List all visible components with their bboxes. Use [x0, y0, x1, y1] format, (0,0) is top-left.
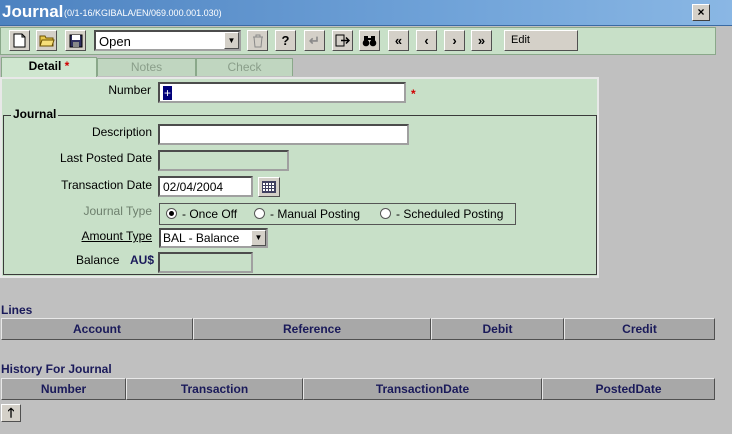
balance-currency: AU$: [130, 253, 155, 267]
transaction-date-field[interactable]: 02/04/2004: [158, 176, 253, 197]
tab-detail[interactable]: Detail *: [1, 57, 97, 77]
previous-record-icon: ‹: [424, 33, 429, 48]
last-posted-date-label: Last Posted Date: [59, 151, 152, 165]
amount-type-value: BAL - Balance: [163, 231, 240, 245]
back-button[interactable]: ↵: [304, 30, 325, 51]
help-icon: ?: [281, 33, 290, 48]
arrow-up-icon: 🡑: [7, 405, 15, 420]
next-record-icon: ›: [452, 33, 457, 48]
chevron-down-icon[interactable]: ▼: [224, 32, 239, 49]
next-record-button[interactable]: ›: [444, 30, 465, 51]
amount-type-label[interactable]: Amount Type: [20, 229, 153, 243]
required-marker: *: [64, 59, 70, 73]
exit-icon: [335, 34, 350, 47]
mode-select[interactable]: Open ▼: [94, 30, 241, 51]
history-title: History For Journal: [1, 362, 112, 376]
window-title: Journal: [2, 2, 64, 21]
find-binoculars-icon: [362, 35, 377, 46]
new-button[interactable]: [9, 30, 30, 51]
journal-group-label: Journal: [11, 107, 59, 121]
toolbar: Open ▼ ? ↵ « ‹ › » Edit: [0, 27, 716, 55]
description-label: Description: [91, 125, 152, 139]
calendar-button[interactable]: [258, 177, 280, 197]
radio-manual-posting[interactable]: [254, 208, 265, 219]
close-icon: ×: [697, 5, 705, 19]
amount-type-select[interactable]: BAL - Balance ▼: [159, 228, 268, 248]
tab-detail-label: Detail: [28, 59, 62, 73]
back-icon: ↵: [309, 32, 320, 48]
find-button[interactable]: [359, 30, 380, 51]
delete-button[interactable]: [247, 30, 268, 51]
scroll-up-button[interactable]: 🡑: [1, 404, 21, 422]
new-document-icon: [13, 33, 26, 48]
save-icon: [69, 34, 82, 47]
balance-field: [158, 252, 253, 273]
help-button[interactable]: ?: [275, 30, 296, 51]
lines-column-credit[interactable]: Credit: [564, 318, 715, 340]
journal-type-radio-group: - Once Off - Manual Posting - Scheduled …: [159, 203, 516, 225]
radio-once-off[interactable]: [166, 208, 177, 219]
tab-check-label: Check: [227, 60, 262, 74]
lines-title: Lines: [1, 303, 33, 317]
history-column-posteddate[interactable]: PostedDate: [542, 378, 715, 400]
calendar-icon: [262, 181, 276, 193]
history-column-number[interactable]: Number: [1, 378, 126, 400]
radio-manual-posting-label: - Manual Posting: [270, 207, 361, 221]
balance-label: Balance: [76, 253, 120, 267]
history-column-transaction[interactable]: Transaction: [126, 378, 303, 400]
mode-select-value: Open: [99, 34, 131, 49]
open-button[interactable]: [36, 30, 57, 51]
number-value: +: [163, 86, 173, 100]
save-button[interactable]: [65, 30, 86, 51]
open-folder-icon: [38, 35, 55, 47]
first-record-button[interactable]: «: [388, 30, 409, 51]
last-record-icon: »: [477, 33, 486, 48]
lines-column-account[interactable]: Account: [1, 318, 193, 340]
close-button[interactable]: ×: [692, 4, 710, 21]
radio-scheduled-posting-label: - Scheduled Posting: [396, 207, 504, 221]
exit-button[interactable]: [332, 30, 353, 51]
delete-icon: [252, 34, 263, 47]
lines-column-reference[interactable]: Reference: [193, 318, 431, 340]
radio-once-off-label: - Once Off: [182, 207, 238, 221]
number-required-marker: *: [411, 87, 416, 101]
window-subtitle: (0/1-16/KGIBALA/EN/069.000.001.030): [64, 8, 222, 18]
chevron-down-icon[interactable]: ▼: [251, 230, 266, 246]
transaction-date-label: Transaction Date: [61, 178, 152, 192]
description-field[interactable]: [158, 124, 409, 145]
last-posted-date-field: [158, 150, 289, 171]
tab-check[interactable]: Check: [196, 58, 293, 76]
history-column-transactiondate[interactable]: TransactionDate: [303, 378, 542, 400]
lines-column-debit[interactable]: Debit: [431, 318, 564, 340]
tab-notes[interactable]: Notes: [97, 58, 196, 76]
edit-button[interactable]: Edit: [504, 30, 578, 51]
number-label: Number: [108, 83, 151, 97]
number-field[interactable]: +: [158, 82, 406, 103]
radio-scheduled-posting[interactable]: [380, 208, 391, 219]
journal-type-label: Journal Type: [83, 204, 153, 218]
previous-record-button[interactable]: ‹: [416, 30, 437, 51]
first-record-icon: «: [394, 33, 403, 48]
tab-notes-label: Notes: [130, 60, 163, 74]
last-record-button[interactable]: »: [471, 30, 492, 51]
